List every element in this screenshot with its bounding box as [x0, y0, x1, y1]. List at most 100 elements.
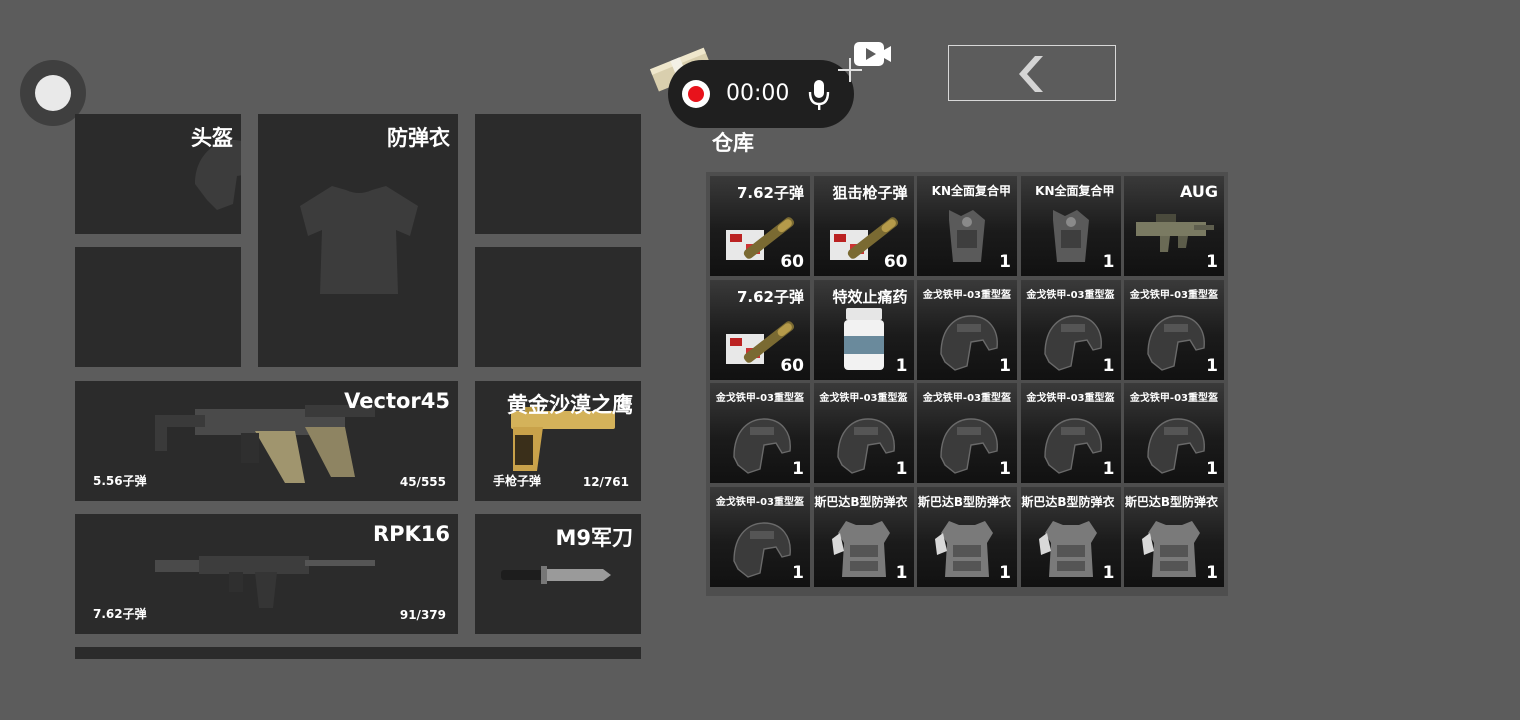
warehouse-item-count: 1	[1206, 459, 1218, 479]
warehouse-item-name: AUG	[1179, 182, 1218, 201]
warehouse-item-name: KN全面复合甲	[931, 184, 1011, 198]
primary-ammo-type: 5.56子弹	[93, 474, 147, 488]
armor-slot-label: 防弹衣	[387, 126, 450, 150]
warehouse-item-name: 特效止痛药	[832, 287, 908, 306]
record-icon[interactable]	[682, 80, 710, 108]
warehouse-item-count: 1	[1206, 252, 1218, 272]
crosshair-icon	[838, 58, 862, 82]
helmet-slot[interactable]: 头盔	[75, 114, 241, 234]
warehouse-item-count: 1	[895, 355, 908, 376]
primary-weapon-name: Vector45	[344, 389, 450, 413]
warehouse-item-count: 60	[780, 355, 804, 376]
warehouse-item-count: 1	[999, 355, 1011, 376]
rifle-icon	[155, 556, 375, 608]
warehouse-item-name: 金戈铁甲-03重型盔	[1129, 289, 1218, 301]
primary-weapon-slot[interactable]: Vector45 5.56子弹 45/555	[75, 381, 458, 501]
warehouse-item[interactable]: KN全面复合甲 1	[917, 176, 1017, 276]
helmet-icon	[940, 418, 998, 474]
warehouse-item[interactable]: 斯巴达B型防弹衣 1	[917, 486, 1017, 587]
warehouse-item[interactable]: 斯巴达B型防弹衣 1	[813, 486, 914, 587]
warehouse-item-count: 1	[1102, 252, 1115, 272]
warehouse-item-count: 1	[792, 562, 804, 583]
warehouse-grid: 7.62子弹 60 狙击枪子弹 60 KN全面复合甲 1 KN全面复合甲 1 AUG 1 7.62子…	[706, 172, 1228, 596]
vest-icon	[1052, 210, 1089, 262]
warehouse-item[interactable]: KN全面复合甲 1	[1020, 176, 1121, 276]
warehouse-item-count: 1	[999, 459, 1011, 479]
warehouse-item-name: KN全面复合甲	[1035, 184, 1115, 198]
pistol-ammo-type: 手枪子弹	[493, 474, 542, 488]
helmet-icon	[1147, 418, 1205, 474]
warehouse-item-count: 1	[999, 252, 1011, 272]
warehouse-item-name: 金戈铁甲-03重型盔	[922, 393, 1011, 404]
warehouse-item-count: 1	[1206, 562, 1218, 583]
helmet-icon	[1147, 314, 1205, 371]
warehouse-item-name: 金戈铁甲-03重型盔	[715, 393, 804, 404]
pistol-name: 黄金沙漠之鹰	[507, 393, 633, 417]
warehouse-item[interactable]: 金戈铁甲-03重型盔 1	[1124, 279, 1224, 380]
record-timer: 00:00	[726, 81, 790, 106]
secondary-weapon-name: RPK16	[372, 522, 450, 546]
chevron-left-icon	[1019, 56, 1043, 92]
melee-name: M9军刀	[555, 526, 633, 550]
warehouse-item[interactable]: 狙击枪子弹 60	[813, 176, 914, 276]
warehouse-item[interactable]: AUG 1	[1124, 176, 1224, 276]
vest-icon	[949, 210, 985, 262]
melee-slot[interactable]: M9军刀	[475, 514, 641, 634]
warehouse-item[interactable]: 金戈铁甲-03重型盔 1	[1020, 383, 1121, 483]
body-armor-icon	[831, 520, 890, 577]
extra-slot[interactable]	[75, 647, 641, 659]
warehouse-item-name: 金戈铁甲-03重型盔	[1026, 289, 1115, 301]
pill-bottle-icon	[843, 307, 884, 370]
warehouse-item[interactable]: 金戈铁甲-03重型盔 1	[1124, 383, 1224, 483]
warehouse-item[interactable]: 特效止痛药 1	[813, 279, 914, 380]
body-armor-icon	[1142, 520, 1200, 577]
secondary-ammo-type: 7.62子弹	[93, 607, 147, 621]
warehouse-item-name: 金戈铁甲-03重型盔	[1026, 393, 1115, 404]
secondary-ammo-count: 91/379	[399, 608, 446, 622]
warehouse-item-count: 1	[1206, 355, 1218, 376]
assist-dot-icon	[35, 75, 71, 111]
warehouse-title: 仓库	[712, 131, 754, 155]
warehouse-item[interactable]: 斯巴达B型防弹衣 1	[1020, 486, 1121, 587]
pistol-slot[interactable]: 黄金沙漠之鹰 手枪子弹 12/761	[475, 381, 641, 501]
warehouse-item-count: 1	[895, 562, 908, 583]
warehouse-item[interactable]: 7.62子弹 60	[710, 279, 810, 380]
warehouse-item[interactable]: 金戈铁甲-03重型盔 1	[917, 383, 1017, 483]
warehouse-item-name: 金戈铁甲-03重型盔	[922, 289, 1011, 301]
knife-icon	[501, 566, 611, 584]
warehouse-item[interactable]: 金戈铁甲-03重型盔 1	[710, 486, 810, 587]
empty-slot-1[interactable]	[475, 114, 641, 234]
warehouse-item-name: 金戈铁甲-03重型盔	[715, 496, 804, 508]
helmet-icon	[1043, 418, 1102, 474]
warehouse-item[interactable]: 金戈铁甲-03重型盔 1	[917, 279, 1017, 380]
secondary-weapon-slot[interactable]: RPK16 7.62子弹 91/379	[75, 514, 458, 634]
body-armor-icon	[1038, 520, 1097, 577]
helmet-icon	[733, 521, 791, 578]
warehouse-item[interactable]: 金戈铁甲-03重型盔 1	[1020, 279, 1121, 380]
warehouse-item-name: 狙击枪子弹	[832, 184, 908, 202]
warehouse-item[interactable]: 金戈铁甲-03重型盔 1	[710, 383, 810, 483]
warehouse-item-name: 斯巴达B型防弹衣	[1124, 494, 1218, 509]
armor-slot[interactable]: 防弹衣	[258, 114, 458, 367]
helmet-icon	[1043, 314, 1102, 371]
warehouse-item-name: 7.62子弹	[736, 287, 804, 306]
empty-slot-3[interactable]	[475, 247, 641, 367]
helmet-icon	[836, 418, 895, 474]
warehouse-item[interactable]: 7.62子弹 60	[710, 176, 810, 276]
helmet-icon	[733, 418, 791, 474]
back-button[interactable]	[948, 45, 1116, 101]
warehouse-item-count: 1	[1102, 459, 1115, 479]
warehouse-item-count: 60	[780, 252, 804, 272]
warehouse-item[interactable]: 金戈铁甲-03重型盔 1	[813, 383, 914, 483]
warehouse-item-name: 斯巴达B型防弹衣	[917, 494, 1011, 509]
empty-slot-2[interactable]	[75, 247, 241, 367]
microphone-icon[interactable]	[808, 78, 830, 112]
warehouse-item-name: 7.62子弹	[736, 184, 804, 202]
warehouse-item[interactable]: 斯巴达B型防弹衣 1	[1124, 486, 1224, 587]
rifle-icon	[1136, 214, 1214, 252]
screen-recorder-widget[interactable]: 00:00	[668, 60, 854, 128]
helmet-slot-label: 头盔	[191, 126, 233, 150]
warehouse-item-count: 1	[1102, 562, 1115, 583]
warehouse-item-name: 斯巴达B型防弹衣	[814, 494, 908, 509]
pistol-ammo-count: 12/761	[582, 475, 629, 489]
